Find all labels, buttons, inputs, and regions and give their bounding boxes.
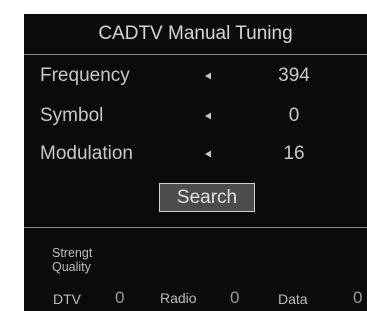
radio-count-label: Radio (160, 290, 197, 306)
frequency-label: Frequency (40, 65, 130, 86)
symbol-label: Symbol (40, 105, 104, 126)
modulation-label: Modulation (40, 143, 133, 164)
frequency-value: 394 (278, 65, 310, 86)
info-divider (24, 227, 367, 228)
radio-count-value: 0 (230, 288, 240, 307)
dtv-count-label: DTV (53, 291, 81, 307)
symbol-value: 0 (288, 105, 300, 126)
data-count-value: 0 (353, 288, 363, 307)
setting-row-modulation[interactable]: Modulation 16 (24, 134, 367, 174)
signal-quality-label: Quality (52, 260, 91, 274)
signal-strength-label: Strengt (52, 246, 93, 260)
left-arrow-icon[interactable] (200, 67, 218, 85)
setting-row-symbol[interactable]: Symbol 0 (24, 96, 367, 136)
title-divider (24, 54, 367, 55)
left-arrow-icon[interactable] (200, 145, 218, 163)
modulation-value: 16 (283, 143, 305, 164)
manual-tuning-panel: CADTV Manual Tuning Frequency 394 Symbol… (24, 14, 367, 311)
setting-row-frequency[interactable]: Frequency 394 (24, 56, 367, 96)
search-button[interactable]: Search (159, 183, 255, 212)
left-arrow-icon[interactable] (200, 107, 218, 125)
dtv-count-value: 0 (115, 288, 125, 307)
data-count-label: Data (278, 291, 308, 307)
page-title: CADTV Manual Tuning (98, 23, 293, 44)
